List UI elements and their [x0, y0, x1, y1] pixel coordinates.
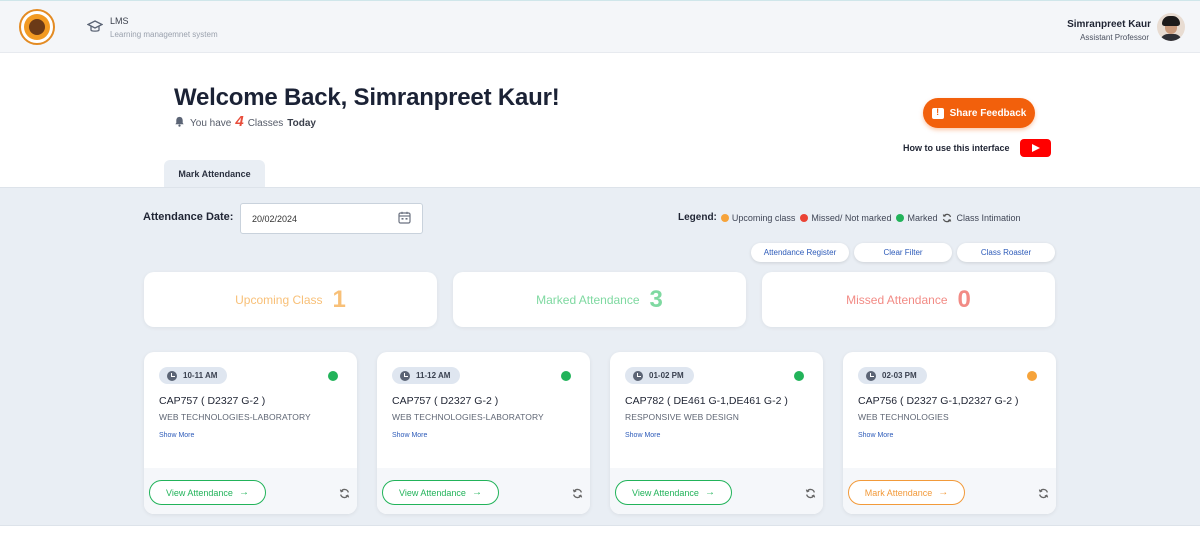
- view-attendance-button[interactable]: View Attendance →: [382, 480, 499, 505]
- action-label: View Attendance: [399, 487, 466, 498]
- class-time: 02-03 PM: [882, 371, 917, 380]
- class-time-chip: 02-03 PM: [858, 367, 927, 384]
- class-time-chip: 01-02 PM: [625, 367, 694, 384]
- clock-icon: [866, 370, 876, 381]
- summary-classes-word: Classes: [247, 118, 284, 129]
- clock-icon: [167, 370, 177, 381]
- class-time-chip: 10-11 AM: [159, 367, 228, 384]
- mark-attendance-button[interactable]: Mark Attendance →: [848, 480, 965, 505]
- clock-icon: [633, 370, 643, 381]
- course-code: CAP757 ( D2327 G-2 ): [392, 395, 499, 407]
- sync-icon[interactable]: [1038, 488, 1049, 499]
- stat-upcoming-class[interactable]: Upcoming Class 1: [144, 272, 437, 327]
- arrow-right-icon: →: [238, 487, 249, 498]
- sync-icon[interactable]: [572, 488, 583, 499]
- arrow-right-icon: →: [471, 487, 482, 498]
- subject-name: RESPONSIVE WEB DESIGN: [625, 412, 740, 422]
- subject-name: WEB TECHNOLOGIES-LABORATORY: [159, 412, 311, 422]
- status-dot-icon: [1027, 371, 1037, 381]
- clear-filter-button[interactable]: Clear Filter: [854, 243, 952, 262]
- stat-marked-attendance[interactable]: Marked Attendance 3: [453, 272, 746, 327]
- sync-icon[interactable]: [339, 488, 350, 499]
- action-label: View Attendance: [166, 487, 233, 498]
- upcoming-dot-icon: [720, 213, 729, 222]
- university-logo[interactable]: [19, 9, 55, 45]
- app-title: LMS: [110, 16, 129, 26]
- show-more-link[interactable]: Show More: [625, 432, 660, 439]
- stat-label: Missed Attendance: [846, 292, 948, 307]
- user-name: Simranpreet Kaur: [1067, 19, 1151, 30]
- status-dot-icon: [328, 371, 338, 381]
- share-feedback-label: Share Feedback: [949, 107, 1027, 119]
- legend-label: Class Intimation: [956, 212, 1021, 223]
- share-feedback-button[interactable]: Share Feedback: [923, 98, 1035, 128]
- graduation-cap-icon: [87, 20, 103, 32]
- summary-today-word: Today: [287, 118, 316, 129]
- legend-marked: Marked: [896, 213, 937, 223]
- stat-missed-attendance[interactable]: Missed Attendance 0: [762, 272, 1055, 327]
- classes-today-summary: You have 4 Classes Today: [190, 113, 316, 130]
- show-more-link[interactable]: Show More: [858, 432, 893, 439]
- legend-title: Legend:: [678, 212, 717, 223]
- status-dot-icon: [561, 371, 571, 381]
- stat-value: 0: [957, 285, 971, 313]
- view-attendance-button[interactable]: View Attendance →: [615, 480, 732, 505]
- subject-name: WEB TECHNOLOGIES: [858, 412, 949, 422]
- show-more-link[interactable]: Show More: [159, 432, 194, 439]
- action-label: View Attendance: [632, 487, 699, 498]
- avatar[interactable]: [1157, 13, 1185, 41]
- classes-count: 4: [235, 113, 244, 130]
- legend: Legend: Upcoming class Missed/ Not marke…: [678, 212, 1026, 223]
- class-card: 11-12 AM CAP757 ( D2327 G-2 ) WEB TECHNO…: [377, 352, 590, 514]
- stat-label: Upcoming Class: [235, 292, 323, 307]
- marked-dot-icon: [896, 213, 905, 222]
- legend-class-intimation: Class Intimation: [942, 212, 1021, 223]
- sync-icon: [943, 213, 952, 222]
- class-time: 11-12 AM: [416, 371, 451, 380]
- summary-prefix: You have: [190, 118, 232, 129]
- bell-icon: [175, 116, 184, 127]
- legend-label: Upcoming class: [731, 212, 796, 223]
- course-code: CAP782 ( DE461 G-1,DE461 G-2 ): [625, 395, 788, 407]
- class-time: 01-02 PM: [649, 371, 684, 380]
- attendance-date-input[interactable]: [240, 203, 423, 234]
- stat-value: 1: [332, 285, 346, 313]
- class-time: 10-11 AM: [183, 371, 218, 380]
- clock-icon: [400, 370, 410, 381]
- class-card: 01-02 PM CAP782 ( DE461 G-1,DE461 G-2 ) …: [610, 352, 823, 514]
- page-title: Welcome Back, Simranpreet Kaur!: [174, 84, 560, 111]
- subject-name: WEB TECHNOLOGIES-LABORATORY: [392, 412, 544, 422]
- class-roaster-button[interactable]: Class Roaster: [957, 243, 1055, 262]
- course-code: CAP756 ( D2327 G-1,D2327 G-2 ): [858, 395, 1019, 407]
- class-card: 10-11 AM CAP757 ( D2327 G-2 ) WEB TECHNO…: [144, 352, 357, 514]
- stat-value: 3: [649, 285, 663, 313]
- feedback-icon: [931, 107, 944, 119]
- youtube-icon[interactable]: [1020, 139, 1051, 157]
- class-time-chip: 11-12 AM: [392, 367, 461, 384]
- app-subtitle: Learning managemnet system: [110, 30, 218, 39]
- stat-label: Marked Attendance: [536, 292, 640, 307]
- legend-label: Missed/ Not marked: [811, 212, 892, 223]
- user-role: Assistant Professor: [1080, 33, 1149, 42]
- attendance-register-button[interactable]: Attendance Register: [751, 243, 849, 262]
- how-to-use-label: How to use this interface: [903, 143, 1010, 153]
- legend-missed: Missed/ Not marked: [800, 213, 891, 223]
- attendance-date-label: Attendance Date:: [143, 211, 234, 223]
- view-attendance-button[interactable]: View Attendance →: [149, 480, 266, 505]
- class-card: 02-03 PM CAP756 ( D2327 G-1,D2327 G-2 ) …: [843, 352, 1056, 514]
- tab-mark-attendance[interactable]: Mark Attendance: [164, 160, 265, 188]
- show-more-link[interactable]: Show More: [392, 432, 427, 439]
- legend-upcoming: Upcoming class: [720, 212, 796, 223]
- legend-label: Marked: [907, 212, 938, 223]
- status-dot-icon: [794, 371, 804, 381]
- top-header: LMS Learning managemnet system Simranpre…: [0, 0, 1200, 53]
- course-code: CAP757 ( D2327 G-2 ): [159, 395, 266, 407]
- sync-icon[interactable]: [805, 488, 816, 499]
- arrow-right-icon: →: [704, 487, 715, 498]
- missed-dot-icon: [800, 213, 809, 222]
- action-label: Mark Attendance: [864, 487, 933, 498]
- page-bottom: [0, 525, 1200, 544]
- arrow-right-icon: →: [938, 487, 949, 498]
- calendar-icon[interactable]: [398, 211, 411, 224]
